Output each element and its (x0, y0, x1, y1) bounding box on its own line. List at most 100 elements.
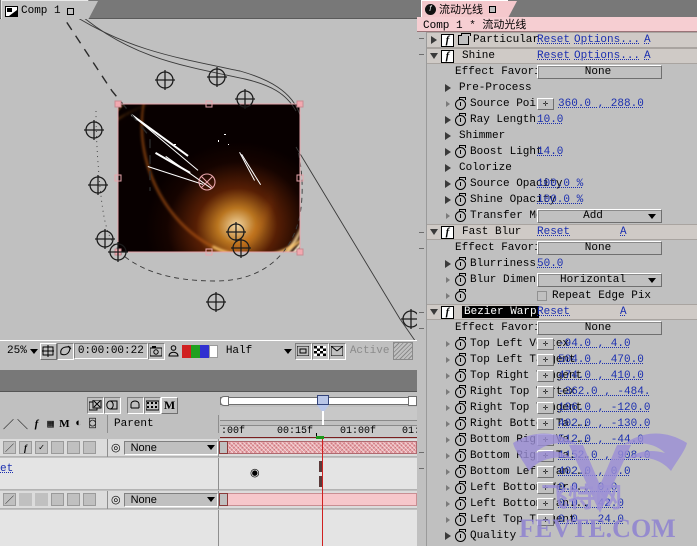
table-row[interactable]: ／ f ✓ ◎ None (0, 438, 417, 457)
property-left-top-tangent[interactable]: Left Top Tangent ✛ 0.0 , 24.0 (427, 512, 697, 528)
effect-header-particular[interactable]: f Particular Reset Options... A (427, 32, 697, 48)
transparency-grid-icon[interactable] (311, 342, 329, 360)
point-picker-icon[interactable]: ✛ (537, 498, 554, 510)
blur-dimensions-dropdown[interactable]: Horizontal (537, 273, 662, 287)
expand-arrow-icon[interactable] (441, 389, 455, 395)
property-value[interactable]: 1152.0 , 908.0 (558, 450, 650, 462)
current-time-indicator[interactable] (317, 395, 329, 425)
property-right-top-tangent[interactable]: Right Top Tangent ✛ 196.0 , -120.0 (427, 400, 697, 416)
motion-blur-M-icon[interactable]: M (161, 396, 178, 414)
disclosure-triangle-icon[interactable] (441, 164, 455, 172)
parent-dropdown[interactable]: None (123, 440, 218, 455)
frame-blend-icon[interactable]: ▦ (44, 417, 57, 431)
property-repeat-edge-pixels[interactable]: Repeat Edge Pix (427, 288, 697, 304)
inout-panel-icon[interactable] (127, 396, 144, 414)
effect-favorites-row[interactable]: Effect Favorites None (427, 240, 697, 256)
point-picker-icon[interactable]: ✛ (537, 386, 554, 398)
point-picker-icon[interactable]: ✛ (537, 418, 554, 430)
stopwatch-icon[interactable] (455, 288, 466, 302)
disclosure-triangle-icon[interactable] (441, 132, 455, 140)
quality-toggle[interactable] (35, 493, 48, 506)
navigator-end-handle[interactable] (408, 396, 417, 406)
property-right-top-vertex[interactable]: Right Top Vertex ✛ -362.0 , -484. (427, 384, 697, 400)
frame-blend-toggle[interactable] (51, 441, 64, 454)
stopwatch-icon[interactable] (455, 336, 466, 350)
expand-arrow-icon[interactable] (441, 373, 455, 379)
motion-blur-M-icon[interactable]: M (58, 418, 71, 430)
effect-favorites-row[interactable]: Effect Favorites None (427, 320, 697, 336)
show-snapshot-icon[interactable] (165, 343, 182, 360)
about-link[interactable]: A (644, 34, 651, 46)
options-link[interactable]: Options... (574, 34, 640, 46)
tab-menu-icon[interactable] (66, 7, 74, 15)
effect-property-list[interactable]: f Particular Reset Options... A f Shine … (417, 32, 697, 546)
effect-header-fast-blur[interactable]: f Fast Blur Reset A (427, 224, 697, 240)
reset-link[interactable]: Reset (537, 50, 570, 62)
property-value[interactable]: 402.0 , -130.0 (558, 418, 650, 430)
property-transfer-mode[interactable]: Transfer Mode... Add (427, 208, 697, 224)
effect-header-shine[interactable]: f Shine Reset Options... A (427, 48, 697, 64)
point-picker-icon[interactable]: ✛ (537, 450, 554, 462)
three-d-toggle[interactable] (83, 493, 96, 506)
effect-favorites-dropdown[interactable]: None (537, 241, 662, 255)
expand-arrow-icon[interactable] (441, 501, 455, 507)
fx-toggle[interactable]: f (19, 441, 32, 454)
stopwatch-icon[interactable] (455, 96, 466, 110)
property-value[interactable]: 196.0 , -120.0 (558, 402, 650, 414)
stopwatch-icon[interactable] (455, 432, 466, 446)
channel-red-icon[interactable] (181, 344, 191, 358)
property-boost-light[interactable]: Boost Light 14.0 (427, 144, 697, 160)
motion-blur-toggle[interactable] (67, 441, 80, 454)
stopwatch-icon[interactable] (455, 480, 466, 494)
quality-toggle[interactable]: ✓ (35, 441, 48, 454)
stopwatch-icon[interactable] (455, 352, 466, 366)
stopwatch-icon[interactable] (455, 448, 466, 462)
expand-arrow-icon[interactable] (441, 293, 455, 299)
reset-link[interactable]: Reset (537, 306, 570, 318)
effect-favorites-dropdown[interactable]: None (537, 321, 662, 335)
stopwatch-icon[interactable] (455, 112, 466, 126)
property-blur-dimensions[interactable]: Blur Dimensions Horizontal (427, 272, 697, 288)
property-blurriness[interactable]: Blurriness 50.0 (427, 256, 697, 272)
property-left-bottom-vertex[interactable]: Left Bottom Ver... ✛ 0.0 , 0.0 (427, 480, 697, 496)
snapshot-icon[interactable] (147, 342, 165, 360)
stopwatch-icon[interactable] (455, 368, 466, 382)
keyframe-navigator-icon[interactable]: ◉ (250, 466, 260, 479)
repeat-edge-pixels-checkbox[interactable] (537, 291, 547, 301)
property-source-opacity[interactable]: Source Opacity 100.0 % (427, 176, 697, 192)
effect-fx-icon[interactable]: f (441, 225, 454, 239)
property-value[interactable]: 402.0 , 0.0 (558, 466, 631, 478)
tab-comp-1[interactable]: Comp 1 (1, 0, 98, 20)
disclosure-triangle-icon[interactable] (441, 196, 455, 204)
stopwatch-icon[interactable] (455, 192, 466, 206)
expand-arrow-icon[interactable] (441, 469, 455, 475)
property-top-left-tangent[interactable]: Top Left Tangent ✛ 504.0 , 470.0 (427, 352, 697, 368)
disclosure-triangle-icon[interactable] (427, 53, 441, 59)
fx-toggle[interactable] (19, 493, 32, 506)
tab-menu-icon[interactable] (489, 5, 496, 13)
property-right-bottom-tangent[interactable]: Right Bottom Ta... ✛ 402.0 , -130.0 (427, 416, 697, 432)
expand-arrow-icon[interactable] (441, 517, 455, 523)
collapse-icon[interactable]: ＼ (16, 416, 29, 432)
stopwatch-icon[interactable] (455, 512, 466, 526)
channel-buttons[interactable] (181, 344, 218, 358)
three-d-layer-icon[interactable]: ⌼ (86, 417, 99, 431)
parent-pickwhip-icon[interactable]: ◎ (111, 441, 121, 454)
transfer-controls-icon[interactable] (104, 396, 121, 414)
property-left-bottom-tangent[interactable]: Left Bottom Tan... ✛ 0.0 , 42.0 (427, 496, 697, 512)
stopwatch-icon[interactable] (455, 208, 466, 222)
resize-grip[interactable] (393, 342, 414, 360)
stopwatch-icon[interactable] (455, 464, 466, 478)
property-top-right-tangent[interactable]: Top Right Tangent ✛ 474.0 , 410.0 (427, 368, 697, 384)
property-bottom-right-tangent[interactable]: Bottom Right Ta... ✛ 1152.0 , 908.0 (427, 448, 697, 464)
shy-toggle[interactable]: ／ (3, 441, 16, 454)
zoom-dropdown[interactable]: 25% (5, 343, 40, 359)
channel-blue-icon[interactable] (199, 344, 209, 358)
property-value[interactable]: 100.0 % (537, 178, 583, 190)
motion-blur-toggle[interactable] (67, 493, 80, 506)
expand-arrow-icon[interactable] (441, 405, 455, 411)
property-source-point[interactable]: Source Point ✛ 360.0 , 288.0 (427, 96, 697, 112)
expand-arrow-icon[interactable] (441, 357, 455, 363)
effect-favorites-row[interactable]: Effect Favorites None (427, 64, 697, 80)
point-picker-icon[interactable]: ✛ (537, 514, 554, 526)
